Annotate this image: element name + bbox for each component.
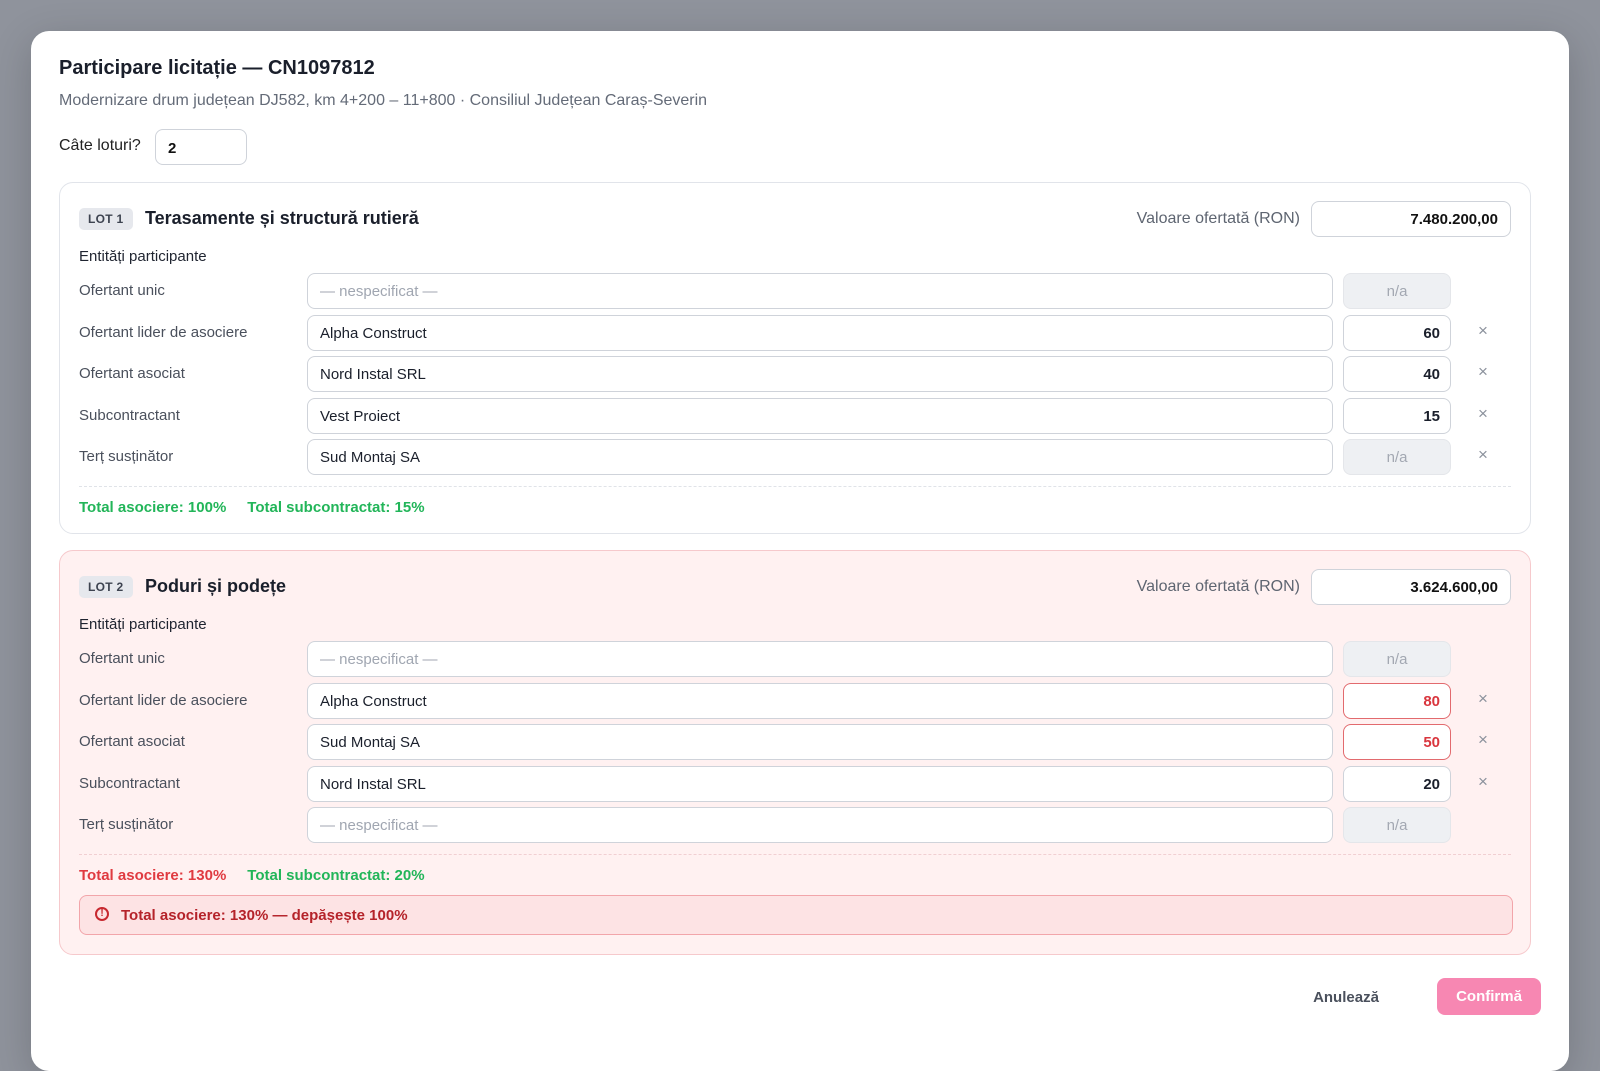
offer-value-input[interactable]: 7.480.200,00 <box>1311 201 1511 237</box>
total-subcontract: Total subcontractat: 15% <box>247 499 425 516</box>
entity-row-third-party: Terț susținător — nespecificat — n/a <box>79 807 1513 843</box>
entity-select[interactable]: Vest Proiect <box>307 398 1333 434</box>
percent-input: n/a <box>1343 439 1451 475</box>
entity-select[interactable]: Nord Instal SRL <box>307 766 1333 802</box>
entity-row-subcontractor: Subcontractant Nord Instal SRL 20 × <box>79 766 1513 802</box>
validation-alert: ! Total asociere: 130% — depășește 100% <box>79 895 1513 935</box>
entity-role-label: Terț susținător <box>79 816 174 833</box>
cancel-button[interactable]: Anulează <box>1293 980 1399 1016</box>
entity-select[interactable]: Alpha Construct <box>307 683 1333 719</box>
entity-row-subcontractor: Subcontractant Vest Proiect 15 × <box>79 398 1513 434</box>
entity-select[interactable]: Sud Montaj SA <box>307 439 1333 475</box>
entity-role-label: Ofertant unic <box>79 650 165 667</box>
lot-badge: LOT 2 <box>79 576 133 598</box>
remove-entity-icon[interactable]: × <box>1473 689 1493 709</box>
entity-select[interactable]: — nespecificat — <box>307 807 1333 843</box>
remove-entity-icon[interactable]: × <box>1473 772 1493 792</box>
entities-heading: Entități participante <box>79 248 207 265</box>
entity-role-label: Ofertant lider de asociere <box>79 692 248 709</box>
entity-select[interactable]: Nord Instal SRL <box>307 356 1333 392</box>
entity-row-sole-bidder: Ofertant unic — nespecificat — n/a <box>79 641 1513 677</box>
percent-input[interactable]: 15 <box>1343 398 1451 434</box>
entity-row-lead-partner: Ofertant lider de asociere Alpha Constru… <box>79 315 1513 351</box>
entity-role-label: Ofertant lider de asociere <box>79 324 248 341</box>
confirm-button[interactable]: Confirmă <box>1437 978 1541 1015</box>
lot-totals: Total asociere: 100% Total subcontractat:… <box>79 499 425 516</box>
offer-value-label: Valoare ofertată (RON) <box>1136 578 1300 595</box>
percent-input[interactable]: 40 <box>1343 356 1451 392</box>
lot-title: Poduri și podețe <box>145 576 287 596</box>
entity-row-third-party: Terț susținător Sud Montaj SA n/a × <box>79 439 1513 475</box>
entity-select[interactable]: Sud Montaj SA <box>307 724 1333 760</box>
entity-row-associate: Ofertant asociat Nord Instal SRL 40 × <box>79 356 1513 392</box>
percent-input[interactable]: 60 <box>1343 315 1451 351</box>
entity-row-lead-partner: Ofertant lider de asociere Alpha Constru… <box>79 683 1513 719</box>
remove-entity-icon[interactable]: × <box>1473 445 1493 465</box>
percent-input[interactable]: 20 <box>1343 766 1451 802</box>
remove-entity-icon[interactable]: × <box>1473 404 1493 424</box>
offer-value-label: Valoare ofertată (RON) <box>1136 210 1300 227</box>
dialog-subtitle: Modernizare drum județean DJ582, km 4+20… <box>59 92 708 109</box>
entity-role-label: Terț susținător <box>79 448 174 465</box>
percent-input: n/a <box>1343 273 1451 309</box>
total-association: Total asociere: 100% <box>79 499 227 516</box>
offer-value-input[interactable]: 3.624.600,00 <box>1311 569 1511 605</box>
remove-entity-icon[interactable]: × <box>1473 730 1493 750</box>
percent-input-invalid[interactable]: 50 <box>1343 724 1451 760</box>
entity-role-label: Ofertant asociat <box>79 733 185 750</box>
lot-card-1: LOT 1 Terasamente și structură rutieră V… <box>59 182 1531 534</box>
entity-select[interactable]: — nespecificat — <box>307 641 1333 677</box>
alert-circle-icon: ! <box>95 907 109 921</box>
lots-count-input[interactable]: 2 <box>155 129 247 165</box>
entity-role-label: Subcontractant <box>79 407 180 424</box>
lots-count-label: Câte loturi? <box>59 137 141 154</box>
remove-entity-icon[interactable]: × <box>1473 321 1493 341</box>
entity-select[interactable]: — nespecificat — <box>307 273 1333 309</box>
entity-select[interactable]: Alpha Construct <box>307 315 1333 351</box>
entity-role-label: Ofertant asociat <box>79 365 185 382</box>
entity-role-label: Ofertant unic <box>79 282 165 299</box>
percent-input-invalid[interactable]: 80 <box>1343 683 1451 719</box>
alert-message: Total asociere: 130% — depășește 100% <box>121 907 408 924</box>
dialog-title: Participare licitație — CN1097812 <box>59 57 375 79</box>
lot-card-2: LOT 2 Poduri și podețe Valoare ofertată … <box>59 550 1531 955</box>
remove-entity-icon[interactable]: × <box>1473 362 1493 382</box>
percent-input: n/a <box>1343 641 1451 677</box>
divider <box>79 854 1511 855</box>
entity-role-label: Subcontractant <box>79 775 180 792</box>
total-association: Total asociere: 130% <box>79 867 227 884</box>
percent-input: n/a <box>1343 807 1451 843</box>
lot-title: Terasamente și structură rutieră <box>145 208 419 228</box>
entity-row-associate: Ofertant asociat Sud Montaj SA 50 × <box>79 724 1513 760</box>
divider <box>79 486 1511 487</box>
lot-totals: Total asociere: 130% Total subcontractat:… <box>79 867 425 884</box>
lot-badge: LOT 1 <box>79 208 133 230</box>
total-subcontract: Total subcontractat: 20% <box>247 867 425 884</box>
entities-heading: Entități participante <box>79 616 207 633</box>
entity-row-sole-bidder: Ofertant unic — nespecificat — n/a <box>79 273 1513 309</box>
bid-participation-dialog: Participare licitație — CN1097812 Modern… <box>31 31 1569 1071</box>
